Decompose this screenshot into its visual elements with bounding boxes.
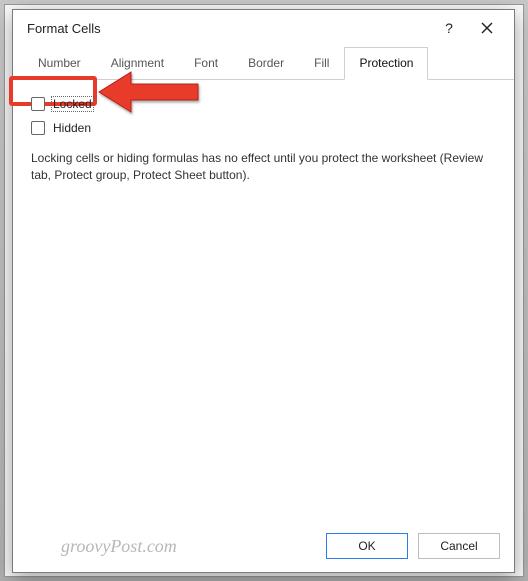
tab-number[interactable]: Number	[23, 47, 96, 80]
help-icon: ?	[445, 20, 453, 36]
dialog-footer: groovyPost.com OK Cancel	[13, 520, 514, 572]
tab-fill[interactable]: Fill	[299, 47, 344, 80]
help-button[interactable]: ?	[430, 13, 468, 43]
hidden-label[interactable]: Hidden	[51, 120, 93, 136]
format-cells-dialog: Format Cells ? Number Alignment Font Bor…	[12, 9, 515, 573]
titlebar: Format Cells ?	[13, 10, 514, 46]
locked-label[interactable]: Locked	[51, 96, 94, 112]
dialog-title: Format Cells	[27, 21, 430, 36]
locked-checkbox[interactable]	[31, 97, 45, 111]
protection-description: Locking cells or hiding formulas has no …	[31, 150, 496, 185]
tabs: Number Alignment Font Border Fill Protec…	[13, 46, 514, 80]
tab-protection[interactable]: Protection	[344, 47, 428, 80]
close-button[interactable]	[468, 13, 506, 43]
tab-alignment[interactable]: Alignment	[96, 47, 179, 80]
protection-panel: Locked Hidden Locking cells or hiding fo…	[13, 80, 514, 520]
hidden-checkbox[interactable]	[31, 121, 45, 135]
tab-font[interactable]: Font	[179, 47, 233, 80]
close-icon	[481, 22, 493, 34]
tab-border[interactable]: Border	[233, 47, 299, 80]
hidden-row: Hidden	[31, 120, 496, 136]
locked-row: Locked	[31, 96, 496, 112]
watermark: groovyPost.com	[27, 536, 316, 557]
cancel-button[interactable]: Cancel	[418, 533, 500, 559]
ok-button[interactable]: OK	[326, 533, 408, 559]
